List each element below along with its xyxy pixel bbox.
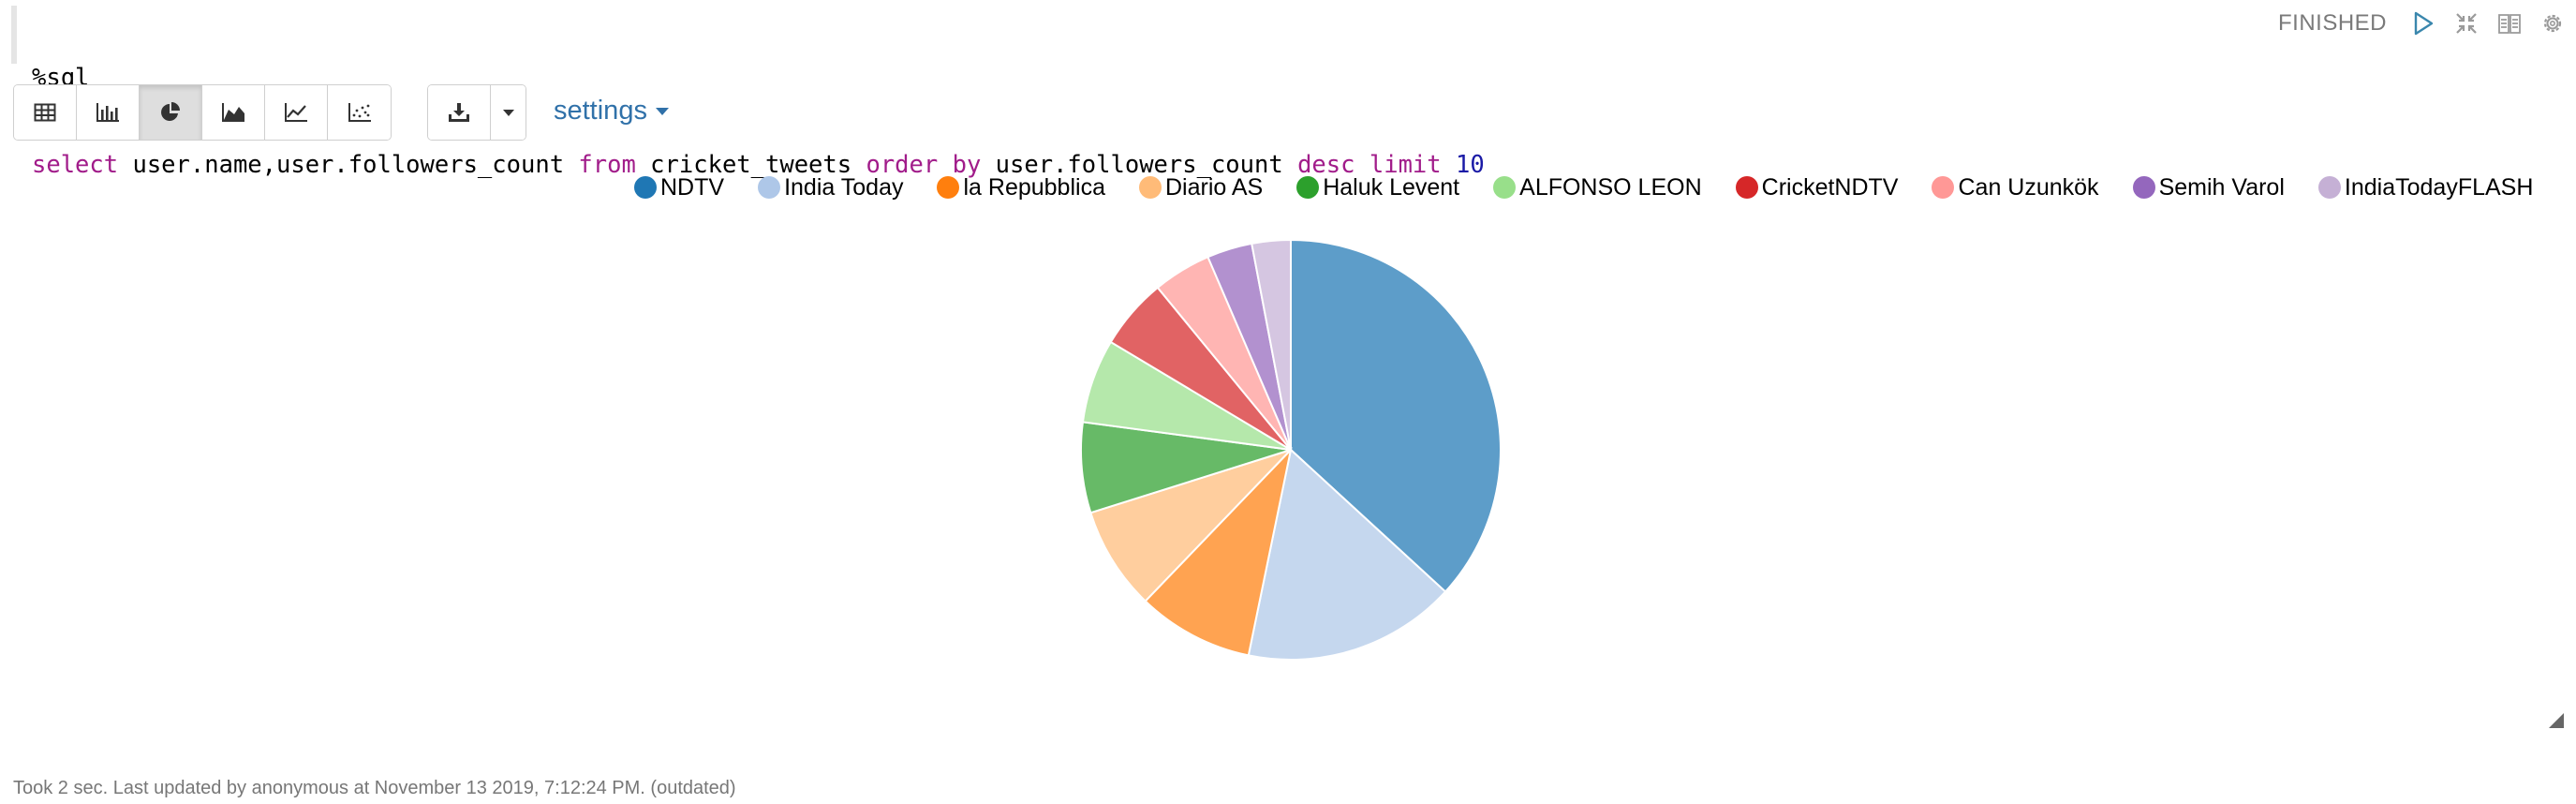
legend-label: Can Uzunkök bbox=[1958, 173, 2099, 201]
download-dropdown-button[interactable] bbox=[491, 85, 526, 140]
sql-token: user.name,user.followers_count bbox=[118, 151, 579, 179]
gear-icon[interactable] bbox=[2540, 11, 2565, 36]
area-chart-button[interactable] bbox=[202, 85, 265, 140]
legend-item[interactable]: Can Uzunkök bbox=[1932, 173, 2099, 201]
legend-dot bbox=[1296, 176, 1320, 199]
table-icon bbox=[34, 103, 56, 122]
resize-icon bbox=[2549, 713, 2564, 728]
book-icon[interactable] bbox=[2497, 11, 2522, 36]
resize-handle[interactable] bbox=[2548, 712, 2565, 734]
line-chart-button[interactable] bbox=[265, 85, 328, 140]
bar-chart-icon bbox=[96, 103, 119, 122]
bar-chart-button[interactable] bbox=[77, 85, 140, 140]
sql-keyword: from bbox=[578, 151, 636, 179]
status-text: FINISHED bbox=[2277, 10, 2387, 36]
pie-chart-icon bbox=[161, 102, 180, 121]
legend-item[interactable]: ALFONSO LEON bbox=[1493, 174, 1702, 201]
caret-down-icon bbox=[655, 107, 669, 115]
legend-item[interactable]: India Today bbox=[758, 174, 903, 201]
pie-chart bbox=[1080, 238, 1502, 661]
legend-item[interactable]: CricketNDTV bbox=[1735, 173, 1899, 201]
legend-label: India Today bbox=[784, 173, 904, 201]
legend-dot bbox=[2132, 176, 2155, 199]
code-editor[interactable]: %sql select user.name,user.followers_cou… bbox=[11, 6, 2557, 179]
chart-legend: NDTV India Today la Repubblica Diario AS Hal… bbox=[634, 171, 2567, 204]
legend-label: Haluk Levent bbox=[1323, 173, 1460, 201]
collapse-icon[interactable] bbox=[2454, 11, 2479, 36]
legend-dot bbox=[2317, 176, 2341, 199]
legend-label: NDTV bbox=[660, 173, 725, 201]
download-button[interactable] bbox=[428, 85, 491, 140]
scatter-chart-button[interactable] bbox=[328, 85, 391, 140]
sql-keyword: select bbox=[32, 151, 119, 179]
legend-label: ALFONSO LEON bbox=[1519, 173, 1702, 201]
legend-item[interactable]: Diario AS bbox=[1138, 173, 1264, 201]
legend-dot bbox=[1735, 176, 1758, 199]
chevron-down-icon bbox=[502, 110, 514, 116]
legend-label: CricketNDTV bbox=[1761, 173, 1899, 201]
legend-label: la Repubblica bbox=[963, 173, 1105, 201]
line-chart-icon bbox=[285, 103, 307, 122]
legend-dot bbox=[1493, 176, 1517, 199]
area-chart-icon bbox=[222, 103, 244, 122]
table-button[interactable] bbox=[14, 85, 77, 140]
legend-dot bbox=[634, 176, 657, 199]
legend-label: Semih Varol bbox=[2158, 173, 2285, 201]
legend-item[interactable]: Haluk Levent bbox=[1296, 174, 1459, 201]
legend-item[interactable]: NDTV bbox=[634, 174, 724, 201]
pie-chart-button[interactable] bbox=[140, 85, 202, 140]
run-icon[interactable] bbox=[2411, 11, 2435, 36]
settings-dropdown[interactable]: settings bbox=[554, 96, 670, 127]
download-icon bbox=[449, 103, 469, 122]
scatter-chart-icon bbox=[348, 103, 371, 122]
legend-label: IndiaTodayFLASH bbox=[2344, 173, 2534, 201]
paragraph-footer: Took 2 sec. Last updated by anonymous at… bbox=[13, 778, 736, 798]
legend-item[interactable]: Semih Varol bbox=[2132, 173, 2285, 201]
legend-dot bbox=[758, 176, 781, 199]
viz-type-button-group bbox=[13, 84, 392, 141]
settings-label: settings bbox=[554, 96, 647, 126]
legend-item[interactable]: la Repubblica bbox=[937, 174, 1105, 201]
legend-dot bbox=[1138, 176, 1162, 199]
download-button-group bbox=[427, 84, 526, 141]
legend-item[interactable]: IndiaTodayFLASH bbox=[2317, 173, 2534, 201]
paragraph-status-bar: FINISHED bbox=[2278, 9, 2576, 37]
legend-dot bbox=[1932, 176, 1955, 199]
legend-dot bbox=[937, 176, 960, 199]
legend-label: Diario AS bbox=[1164, 173, 1264, 201]
visualization-toolbar bbox=[13, 84, 526, 141]
